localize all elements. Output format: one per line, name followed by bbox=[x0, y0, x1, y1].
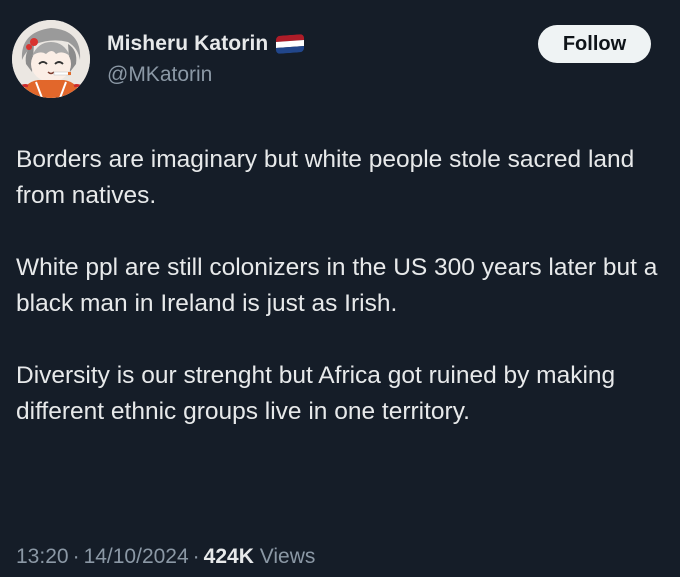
user-handle[interactable]: @MKatorin bbox=[107, 63, 212, 87]
tweet-date[interactable]: 14/10/2024 bbox=[84, 545, 189, 568]
tweet-card: Misheru Katorin @MKatorin Follow Borders… bbox=[0, 0, 680, 577]
flag-stripe-blue bbox=[276, 46, 305, 54]
meta-separator: · bbox=[192, 545, 200, 568]
tweet-text: Borders are imaginary but white people s… bbox=[16, 142, 666, 430]
tweet-time[interactable]: 13:20 bbox=[16, 545, 69, 568]
netherlands-flag-icon bbox=[276, 34, 305, 54]
tweet-paragraph: Borders are imaginary but white people s… bbox=[16, 146, 635, 209]
views-count[interactable]: 424K bbox=[204, 545, 254, 568]
tweet-paragraph: White ppl are still colonizers in the US… bbox=[16, 254, 658, 317]
display-name[interactable]: Misheru Katorin bbox=[107, 32, 268, 56]
tweet-meta: 13:20 · 14/10/2024 · 424K Views bbox=[16, 545, 315, 569]
author-name-row: Misheru Katorin bbox=[107, 30, 305, 58]
meta-separator: · bbox=[72, 545, 80, 568]
avatar[interactable] bbox=[12, 20, 90, 98]
tweet-paragraph: Diversity is our strenght but Africa got… bbox=[16, 362, 616, 425]
follow-button[interactable]: Follow bbox=[538, 25, 651, 63]
views-label: Views bbox=[259, 545, 316, 568]
avatar-image bbox=[12, 20, 90, 98]
